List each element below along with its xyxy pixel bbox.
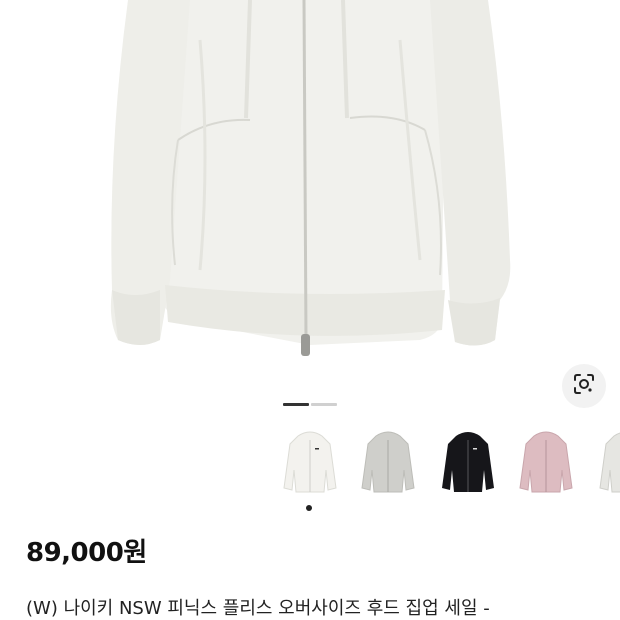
color-variant-heather-grey[interactable] <box>358 430 418 496</box>
image-search-button[interactable] <box>562 364 606 408</box>
product-price: 89,000원 <box>26 538 147 568</box>
camera-lens-icon <box>573 373 595 399</box>
color-variant-list <box>0 420 620 510</box>
color-variant-black[interactable] <box>438 430 498 496</box>
carousel-indicator[interactable] <box>311 403 337 406</box>
product-title[interactable]: (W) 나이키 NSW 피닉스 플리스 오버사이즈 후드 집업 세일 - <box>26 594 620 620</box>
color-variant-white[interactable] <box>280 430 340 496</box>
color-variant-pink[interactable] <box>516 430 576 496</box>
selected-variant-dot <box>306 505 312 511</box>
carousel-indicator-active <box>283 403 309 406</box>
color-variant-light-grey[interactable] <box>596 430 620 496</box>
product-main-image[interactable] <box>0 0 620 400</box>
